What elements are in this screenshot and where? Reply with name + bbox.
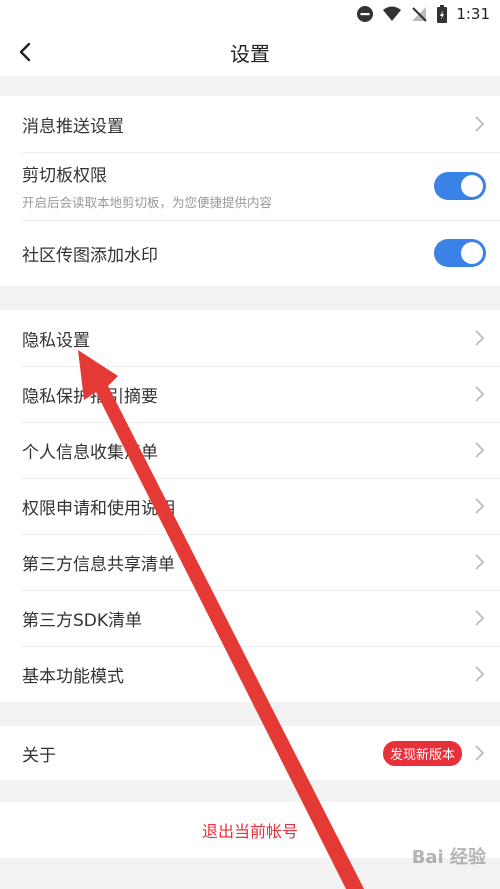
section-gap (0, 780, 500, 802)
chevron-right-icon (475, 330, 485, 346)
section-gap (0, 76, 500, 96)
page-title: 设置 (230, 41, 270, 66)
personal-info-list-label: 个人信息收集清单 (22, 442, 158, 463)
chevron-right-icon (475, 386, 485, 402)
wifi-icon (383, 6, 402, 21)
clipboard-permission-label: 剪切板权限 (22, 166, 107, 186)
basic-function-mode-row[interactable]: 基本功能模式 (0, 646, 500, 702)
community-watermark-row: 社区传图添加水印 (0, 220, 500, 286)
logout-label: 退出当前帐号 (201, 822, 298, 841)
chevron-right-icon (475, 554, 485, 570)
third-party-sharing-label: 第三方信息共享清单 (22, 554, 175, 575)
third-party-sharing-row[interactable]: 第三方信息共享清单 (0, 534, 500, 590)
message-push-label: 消息推送设置 (22, 116, 124, 137)
third-party-sdk-row[interactable]: 第三方SDK清单 (0, 590, 500, 646)
chevron-right-icon (475, 745, 485, 761)
permission-usage-label: 权限申请和使用说明 (22, 498, 175, 519)
section-gap (0, 286, 500, 310)
no-signal-icon (412, 7, 428, 22)
clipboard-permission-toggle[interactable] (434, 172, 486, 200)
privacy-group: 隐私设置 隐私保护指引摘要 个人信息收集清单 权限申请和使用说明 第三方信息共享… (0, 310, 500, 702)
basic-function-mode-label: 基本功能模式 (22, 666, 124, 687)
chevron-right-icon (475, 442, 485, 458)
status-time: 1:31 (456, 5, 490, 23)
about-label: 关于 (22, 745, 56, 766)
toggle-knob (461, 242, 483, 264)
message-push-settings-row[interactable]: 消息推送设置 (0, 96, 500, 152)
navigation-bar: 设置 (0, 28, 500, 76)
personal-info-list-row[interactable]: 个人信息收集清单 (0, 422, 500, 478)
toggle-knob (461, 175, 483, 197)
status-bar: 1:31 (0, 0, 500, 28)
community-watermark-label: 社区传图添加水印 (22, 245, 158, 266)
chevron-right-icon (475, 666, 485, 682)
battery-charging-icon (437, 5, 448, 23)
chevron-right-icon (475, 610, 485, 626)
clipboard-permission-description: 开启后会读取本地剪切板，为您便捷提供内容 (22, 195, 273, 210)
privacy-guide-summary-row[interactable]: 隐私保护指引摘要 (0, 366, 500, 422)
do-not-disturb-icon (357, 6, 374, 22)
about-row[interactable]: 关于 发现新版本 (0, 726, 500, 780)
back-arrow-icon[interactable] (14, 40, 38, 64)
privacy-settings-row[interactable]: 隐私设置 (0, 310, 500, 366)
baidu-jingyan-watermark: Bai 经验 (411, 847, 486, 868)
about-group: 关于 发现新版本 (0, 726, 500, 780)
community-watermark-toggle[interactable] (434, 239, 486, 267)
chevron-right-icon (475, 116, 485, 132)
new-version-badge: 发现新版本 (382, 740, 462, 766)
general-settings-group: 消息推送设置 剪切板权限 开启后会读取本地剪切板，为您便捷提供内容 社区传图添加… (0, 96, 500, 286)
privacy-guide-summary-label: 隐私保护指引摘要 (22, 386, 158, 407)
chevron-right-icon (475, 498, 485, 514)
permission-usage-row[interactable]: 权限申请和使用说明 (0, 478, 500, 534)
clipboard-permission-row: 剪切板权限 开启后会读取本地剪切板，为您便捷提供内容 (0, 152, 500, 220)
third-party-sdk-label: 第三方SDK清单 (22, 610, 143, 631)
privacy-settings-label: 隐私设置 (22, 330, 90, 351)
section-gap (0, 702, 500, 726)
